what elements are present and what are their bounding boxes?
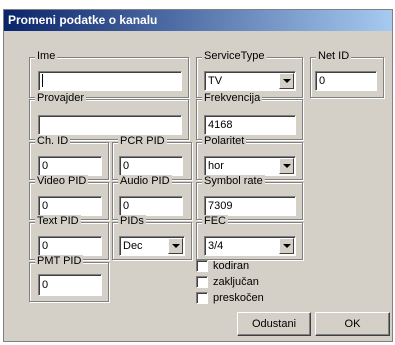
zakljucan-label: zaključan [213,276,259,288]
pmt-pid-input[interactable]: 0 [38,274,102,296]
provajder-input[interactable] [38,115,182,135]
symbol-rate-input[interactable]: 7309 [204,196,296,216]
ok-button[interactable]: OK [315,312,390,336]
chevron-down-icon[interactable] [279,158,294,174]
service-type-value: TV [208,75,223,87]
net-id-group: Net ID 0 [310,50,384,98]
pids-select[interactable]: Dec [119,236,185,256]
chevron-down-icon[interactable] [168,238,183,254]
video-pid-label: Video PID [35,175,89,188]
checkbox-box[interactable] [196,276,208,288]
pcr-pid-label: PCR PID [118,135,167,148]
pmt-pid-group: PMT PID 0 [29,255,109,302]
ch-id-input[interactable]: 0 [38,156,102,176]
audio-pid-input[interactable]: 0 [119,196,183,216]
text-pid-input[interactable]: 0 [38,236,102,256]
chevron-down-icon[interactable] [279,73,294,89]
provajder-group: Provajder [29,92,189,140]
checkbox-box[interactable] [196,260,208,272]
ime-label: Ime [35,50,58,63]
service-type-label: ServiceType [202,50,267,63]
preskocen-label: preskočen [213,292,264,304]
audio-pid-label: Audio PID [118,175,172,188]
frekvencija-group: Frekvencija 4168 [196,92,303,140]
frekvencija-input[interactable]: 4168 [204,115,296,135]
fec-group: FEC 3/4 [196,215,303,260]
fec-value: 3/4 [208,240,224,252]
cancel-button[interactable]: Odustani [237,312,311,336]
text-caret [42,73,43,87]
text-pid-label: Text PID [35,215,81,228]
frekvencija-label: Frekvencija [202,92,263,105]
video-pid-input[interactable]: 0 [38,196,102,216]
ch-id-label: Ch. ID [35,135,71,148]
ime-input[interactable] [38,71,182,91]
chevron-down-icon[interactable] [279,238,294,254]
kodiran-label: kodiran [213,260,250,272]
pcr-pid-input[interactable]: 0 [119,156,183,176]
checkbox-box[interactable] [196,292,208,304]
pids-label: PIDs [118,215,146,228]
fec-label: FEC [202,215,228,228]
symbol-rate-label: Symbol rate [202,175,265,188]
provajder-label: Provajder [35,92,87,105]
polaritet-value: hor [208,160,224,172]
polaritet-select[interactable]: hor [204,156,296,176]
service-type-select[interactable]: TV [204,71,296,91]
net-id-input[interactable]: 0 [315,71,377,91]
dialog-title: Promeni podatke o kanalu [4,10,392,31]
net-id-label: Net ID [316,50,352,63]
polaritet-label: Polaritet [202,135,247,148]
pmt-pid-label: PMT PID [35,255,84,268]
edit-channel-dialog: Promeni podatke o kanalu Ime ServiceType… [3,9,393,342]
pids-group: PIDs Dec [112,215,192,260]
pids-value: Dec [123,240,143,252]
fec-select[interactable]: 3/4 [204,236,296,256]
